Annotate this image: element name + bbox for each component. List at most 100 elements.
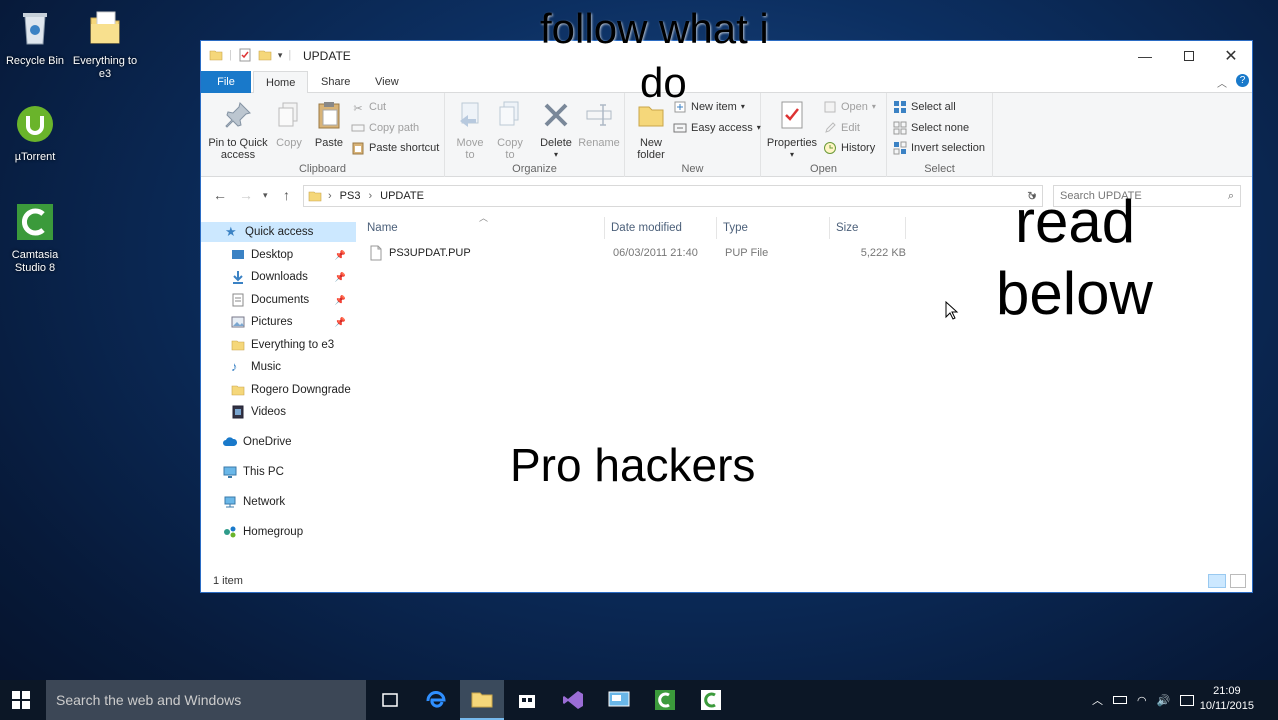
desktop-icon-recycle-bin[interactable]: Recycle Bin xyxy=(0,8,70,68)
taskbar-camtasia-recorder[interactable] xyxy=(643,680,687,720)
paste-shortcut-button[interactable]: Paste shortcut xyxy=(351,139,439,157)
nav-everything-to-e3[interactable]: Everything to e3 xyxy=(201,335,356,355)
details-view-icon[interactable] xyxy=(1208,574,1226,588)
battery-icon[interactable] xyxy=(1113,696,1127,704)
camtasia-icon xyxy=(701,690,721,710)
nav-desktop[interactable]: Desktop 📌 xyxy=(201,245,356,265)
move-to-label: Move to xyxy=(456,137,484,161)
videos-icon xyxy=(232,405,244,419)
breadcrumb-ps3[interactable]: PS3 xyxy=(340,190,361,202)
close-button[interactable]: ✕ xyxy=(1209,41,1253,71)
select-group: Select all Select none Invert selection … xyxy=(887,93,993,177)
copy-to-button[interactable]: Copy to xyxy=(491,99,529,161)
copy-button[interactable]: Copy xyxy=(271,99,307,149)
desktop-icon-everything-to-e3[interactable]: Everything to e3 xyxy=(70,8,140,81)
easy-access-icon xyxy=(673,123,687,133)
nav-quick-access[interactable]: ★ Quick access xyxy=(201,222,356,242)
nav-pictures[interactable]: Pictures 📌 xyxy=(201,312,356,332)
rename-label: Rename xyxy=(578,137,620,149)
wifi-icon[interactable]: ◠ xyxy=(1137,694,1147,707)
column-type[interactable]: Type xyxy=(717,217,830,239)
nav-downloads[interactable]: Downloads 📌 xyxy=(201,267,356,287)
nav-label: Music xyxy=(251,361,282,373)
breadcrumb-update[interactable]: UPDATE xyxy=(380,190,424,202)
file-type: PUP File xyxy=(725,247,769,259)
column-size[interactable]: Size xyxy=(830,217,906,239)
forward-button[interactable]: → xyxy=(239,187,253,203)
move-to-button[interactable]: Move to xyxy=(451,99,489,161)
delete-button[interactable]: Delete ▾ xyxy=(537,99,575,161)
desktop-icon-camtasia[interactable]: Camtasia Studio 8 xyxy=(0,202,70,275)
copy-path-button[interactable]: Copy path xyxy=(351,119,419,137)
large-icons-view-icon[interactable] xyxy=(1230,574,1246,588)
tab-home[interactable]: Home xyxy=(253,71,309,94)
taskbar-camtasia-studio[interactable] xyxy=(689,680,733,720)
desktop-icon-utorrent[interactable]: µTorrent xyxy=(0,104,70,164)
tab-view[interactable]: View xyxy=(363,71,411,93)
task-view-button[interactable] xyxy=(368,680,412,720)
nav-onedrive[interactable]: OneDrive xyxy=(201,432,356,452)
nav-network[interactable]: Network xyxy=(201,492,356,512)
nav-documents[interactable]: Documents 📌 xyxy=(201,290,356,310)
taskbar-remote-desktop[interactable] xyxy=(597,680,641,720)
taskbar-store[interactable] xyxy=(505,680,549,720)
open-button[interactable]: Open ▾ xyxy=(823,98,876,116)
edit-button[interactable]: Edit xyxy=(823,119,860,137)
paste-button[interactable]: Paste xyxy=(311,99,347,149)
pin-label: Pin to Quick access xyxy=(208,137,268,161)
chevron-up-icon[interactable]: ︿ xyxy=(1217,75,1227,90)
documents-icon xyxy=(232,293,244,307)
select-all-button[interactable]: Select all xyxy=(893,98,956,116)
up-button[interactable]: ↑ xyxy=(283,187,290,203)
delete-icon xyxy=(544,103,568,127)
history-button[interactable]: History xyxy=(823,139,875,157)
music-icon: ♪ xyxy=(231,359,238,374)
select-all-label: Select all xyxy=(911,101,956,113)
recent-locations-button[interactable]: ▾ xyxy=(263,190,268,201)
nav-music[interactable]: ♪ Music xyxy=(201,357,356,377)
help-icon[interactable]: ? xyxy=(1236,74,1249,87)
new-folder-button[interactable]: New folder xyxy=(631,99,671,161)
nav-rogero-downgrade[interactable]: Rogero Downgrade xyxy=(201,380,356,400)
taskbar-search-input[interactable]: Search the web and Windows xyxy=(46,680,366,720)
nav-label: Homegroup xyxy=(243,526,304,538)
easy-access-button[interactable]: Easy access ▾ xyxy=(673,119,761,137)
select-group-label: Select xyxy=(924,163,955,175)
folder-icon xyxy=(90,11,120,44)
open-group: Properties ▾ Open ▾ Edit History Open xyxy=(761,93,887,177)
file-row[interactable]: PS3UPDAT.PUP 06/03/2011 21:40 PUP File 5… xyxy=(363,243,908,263)
minimize-button[interactable]: — xyxy=(1123,41,1167,71)
back-button[interactable]: ← xyxy=(213,187,227,203)
start-button[interactable] xyxy=(11,690,31,710)
nav-this-pc[interactable]: This PC xyxy=(201,462,356,482)
chevron-up-icon[interactable]: ︿ xyxy=(1092,692,1103,708)
pin-to-quick-access-button[interactable]: Pin to Quick access xyxy=(205,99,271,161)
column-name[interactable]: Name xyxy=(361,217,605,239)
rename-button[interactable]: Rename xyxy=(577,99,621,149)
ribbon-tabs: File Home Share View ︿ ? xyxy=(201,71,1252,94)
action-center-icon[interactable] xyxy=(1180,694,1195,706)
new-folder-icon[interactable] xyxy=(258,48,272,62)
maximize-button[interactable] xyxy=(1167,41,1211,71)
address-bar[interactable]: › PS3 › UPDATE ▾ xyxy=(303,185,1043,207)
folder-icon xyxy=(308,191,322,202)
utorrent-icon xyxy=(17,106,53,142)
taskbar-visual-studio[interactable] xyxy=(551,680,595,720)
taskbar-edge[interactable] xyxy=(414,680,458,720)
volume-icon[interactable]: 🔊 xyxy=(1157,694,1171,707)
invert-selection-button[interactable]: Invert selection xyxy=(893,139,985,157)
chevron-down-icon[interactable]: ▾ xyxy=(278,50,283,61)
nav-label: Network xyxy=(243,496,286,508)
tab-share[interactable]: Share xyxy=(309,71,362,93)
cut-button[interactable]: ✂ Cut xyxy=(351,98,386,116)
nav-homegroup[interactable]: Homegroup xyxy=(201,522,356,542)
select-none-button[interactable]: Select none xyxy=(893,119,969,137)
nav-videos[interactable]: Videos xyxy=(201,402,356,422)
properties-icon[interactable] xyxy=(238,48,252,62)
taskbar-file-explorer[interactable] xyxy=(460,680,504,720)
properties-button[interactable]: Properties ▾ xyxy=(765,99,819,161)
column-date-modified[interactable]: Date modified xyxy=(605,217,717,239)
tab-file[interactable]: File xyxy=(201,71,251,93)
open-label: Open xyxy=(841,101,868,113)
taskbar-clock[interactable]: 21:09 10/11/2015 xyxy=(1200,684,1254,714)
